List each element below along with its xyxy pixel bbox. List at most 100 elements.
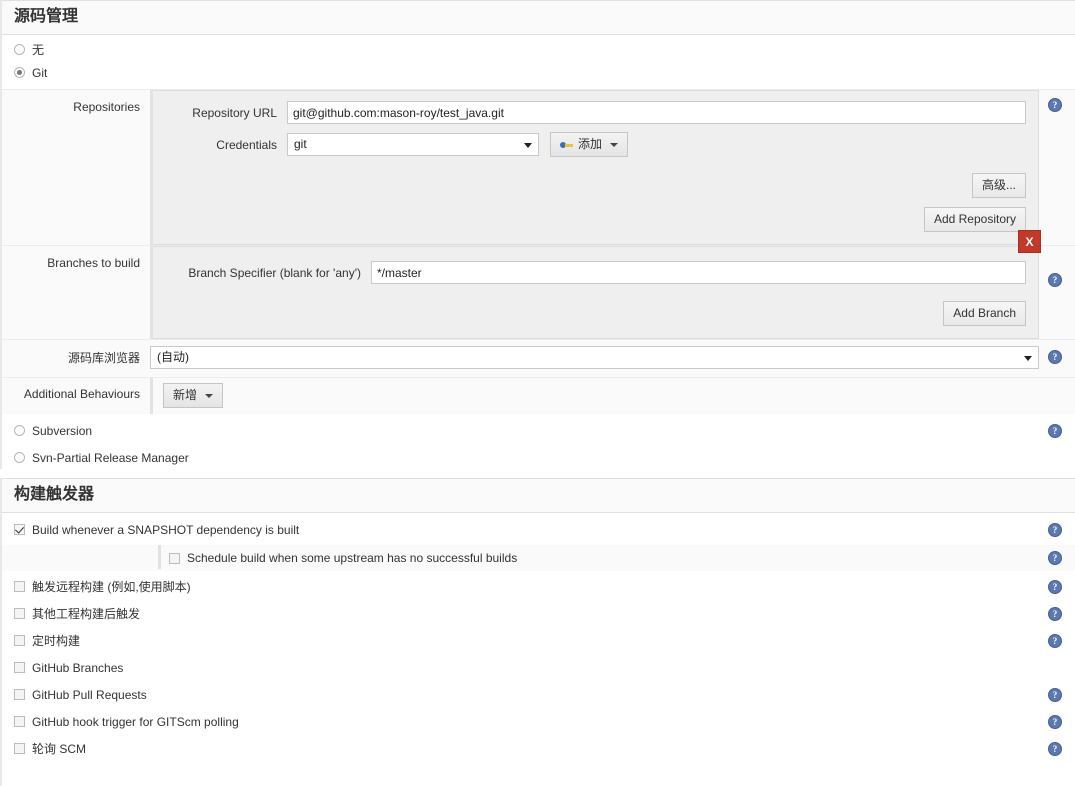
trigger-label-github-pull-requests: GitHub Pull Requests: [32, 687, 147, 702]
help-icon-branches[interactable]: ?: [1048, 273, 1062, 287]
radio-subversion[interactable]: [14, 425, 25, 436]
scm-radio-row-git[interactable]: Git: [2, 61, 1075, 84]
checkbox-trigger-remote[interactable]: [14, 581, 25, 592]
credentials-selected-value: git: [294, 137, 307, 151]
branch-specifier-input[interactable]: [371, 261, 1026, 284]
repository-panel: Repository URL Credentials git 添加: [150, 90, 1039, 245]
add-branch-bar: Add Branch: [165, 301, 1026, 326]
scm-section: 源码管理 无 Git Repositories Repository URL g…: [0, 0, 1075, 469]
additional-behaviours-value: 新增: [150, 378, 1075, 414]
repository-browser-select[interactable]: (自动): [150, 346, 1039, 369]
indent-divider: [158, 545, 161, 569]
help-icon-snapshot[interactable]: ?: [1048, 522, 1062, 537]
help-icon-remote[interactable]: ?: [1048, 579, 1062, 594]
trigger-row-poll-scm[interactable]: 轮询 SCM ?: [2, 737, 1075, 760]
branches-value: Branch Specifier (blank for 'any') Add B…: [150, 230, 1075, 339]
repository-browser-label: 源码库浏览器: [67, 351, 140, 365]
scm-radio-label-subversion: Subversion: [32, 423, 93, 438]
trigger-label-remote: 触发远程构建 (例如,使用脚本): [32, 579, 191, 594]
scm-radio-row-svn-partial[interactable]: Svn-Partial Release Manager: [2, 446, 1075, 469]
help-icon-upstream-project[interactable]: ?: [1048, 606, 1062, 621]
help-icon-github-pull-requests[interactable]: ?: [1048, 687, 1062, 702]
trigger-row-github-pull-requests[interactable]: GitHub Pull Requests ?: [2, 683, 1075, 706]
credentials-line: Credentials git 添加: [165, 132, 1026, 157]
radio-git[interactable]: [14, 67, 25, 78]
chevron-down-icon: [1024, 355, 1032, 361]
checkbox-github-branches[interactable]: [14, 662, 25, 673]
trigger-label-poll-scm: 轮询 SCM: [32, 741, 87, 756]
repositories-label: Repositories: [73, 100, 140, 114]
build-triggers-section-title: 构建触发器: [2, 478, 1075, 513]
add-repository-button[interactable]: Add Repository: [923, 207, 1026, 232]
checkbox-schedule-build[interactable]: [169, 552, 180, 564]
help-icon-timer[interactable]: ?: [1048, 633, 1062, 648]
repository-url-label: Repository URL: [192, 105, 277, 120]
radio-none[interactable]: [14, 44, 25, 55]
chevron-down-icon: [610, 142, 619, 147]
advanced-button-bar: 高级...: [165, 173, 1026, 198]
scm-section-title: 源码管理: [2, 0, 1075, 35]
trigger-label-schedule-build: Schedule build when some upstream has no…: [187, 551, 518, 565]
additional-behaviours-row: Additional Behaviours 新增: [2, 377, 1075, 414]
scm-radio-row-none[interactable]: 无: [2, 35, 1075, 61]
scm-radio-label-git: Git: [32, 65, 48, 80]
key-icon: [560, 140, 573, 150]
checkbox-github-pull-requests[interactable]: [14, 689, 25, 700]
repository-browser-selected-value: (自动): [157, 350, 189, 364]
checkbox-build-on-snapshot[interactable]: [14, 524, 25, 535]
trigger-row-upstream-project[interactable]: 其他工程构建后触发 ?: [2, 602, 1075, 625]
chevron-down-icon: [205, 393, 214, 398]
scm-section-body: 无 Git Repositories Repository URL git@gi…: [2, 35, 1075, 469]
trigger-label-snapshot: Build whenever a SNAPSHOT dependency is …: [32, 522, 300, 537]
additional-behaviours-label: Additional Behaviours: [23, 387, 140, 401]
trigger-row-schedule-build[interactable]: Schedule build when some upstream has no…: [2, 545, 1075, 571]
repository-browser-value: (自动): [150, 340, 1075, 377]
trigger-row-remote[interactable]: 触发远程构建 (例如,使用脚本) ?: [2, 575, 1075, 598]
add-credentials-button[interactable]: 添加: [550, 132, 629, 157]
branches-row: Branches to build Branch Specifier (blan…: [2, 230, 1075, 339]
trigger-label-github-branches: GitHub Branches: [32, 660, 124, 675]
branch-panel: Branch Specifier (blank for 'any') Add B…: [150, 230, 1041, 339]
repositories-value: Repository URL Credentials git 添加: [150, 90, 1075, 245]
credentials-select[interactable]: git: [287, 133, 539, 156]
checkbox-poll-scm[interactable]: [14, 743, 25, 754]
branch-specifier-label: Branch Specifier (blank for 'any'): [188, 265, 361, 280]
add-branch-button[interactable]: Add Branch: [943, 301, 1026, 326]
add-credentials-label: 添加: [578, 137, 603, 151]
delete-branch-button[interactable]: X: [1018, 230, 1041, 253]
repositories-row: Repositories Repository URL Credentials …: [2, 89, 1075, 245]
add-behaviour-button[interactable]: 新增: [163, 383, 224, 408]
trigger-row-github-hook[interactable]: GitHub hook trigger for GITScm polling ?: [2, 710, 1075, 733]
build-triggers-section: 构建触发器 Build whenever a SNAPSHOT dependen…: [0, 478, 1075, 786]
triggers-bottom-spacer: [2, 760, 1075, 786]
trigger-label-timer: 定时构建: [32, 633, 81, 648]
help-icon-poll-scm[interactable]: ?: [1048, 741, 1062, 756]
scm-radio-row-subversion[interactable]: Subversion ?: [2, 419, 1075, 442]
trigger-label-upstream-project: 其他工程构建后触发: [32, 606, 141, 621]
scm-radio-label-svn-partial: Svn-Partial Release Manager: [32, 450, 189, 465]
branch-specifier-line: Branch Specifier (blank for 'any'): [165, 261, 1026, 284]
help-icon-schedule-build[interactable]: ?: [1048, 551, 1062, 565]
repository-url-line: Repository URL: [165, 101, 1026, 124]
add-behaviour-label: 新增: [173, 388, 198, 402]
help-icon-repository-browser[interactable]: ?: [1048, 350, 1062, 364]
checkbox-after-other-projects[interactable]: [14, 608, 25, 619]
credentials-label: Credentials: [216, 137, 277, 152]
repository-browser-row: 源码库浏览器 (自动) ?: [2, 339, 1075, 377]
help-icon-repositories[interactable]: ?: [1048, 98, 1062, 112]
help-icon-subversion[interactable]: ?: [1048, 423, 1062, 438]
repository-url-input[interactable]: [287, 101, 1026, 124]
build-triggers-body: Build whenever a SNAPSHOT dependency is …: [2, 513, 1075, 786]
trigger-row-github-branches[interactable]: GitHub Branches: [2, 656, 1075, 679]
advanced-button[interactable]: 高级...: [971, 173, 1026, 198]
add-repository-bar: Add Repository: [165, 207, 1026, 232]
trigger-row-timer[interactable]: 定时构建 ?: [2, 629, 1075, 652]
checkbox-github-hook-trigger[interactable]: [14, 716, 25, 727]
checkbox-build-periodically[interactable]: [14, 635, 25, 646]
help-icon-github-hook[interactable]: ?: [1048, 714, 1062, 729]
radio-svn-partial-release-manager[interactable]: [14, 452, 25, 463]
trigger-label-github-hook: GitHub hook trigger for GITScm polling: [32, 714, 239, 729]
jenkins-job-config-page: 源码管理 无 Git Repositories Repository URL g…: [0, 0, 1075, 786]
trigger-row-snapshot[interactable]: Build whenever a SNAPSHOT dependency is …: [2, 518, 1075, 541]
branches-label: Branches to build: [47, 256, 140, 270]
